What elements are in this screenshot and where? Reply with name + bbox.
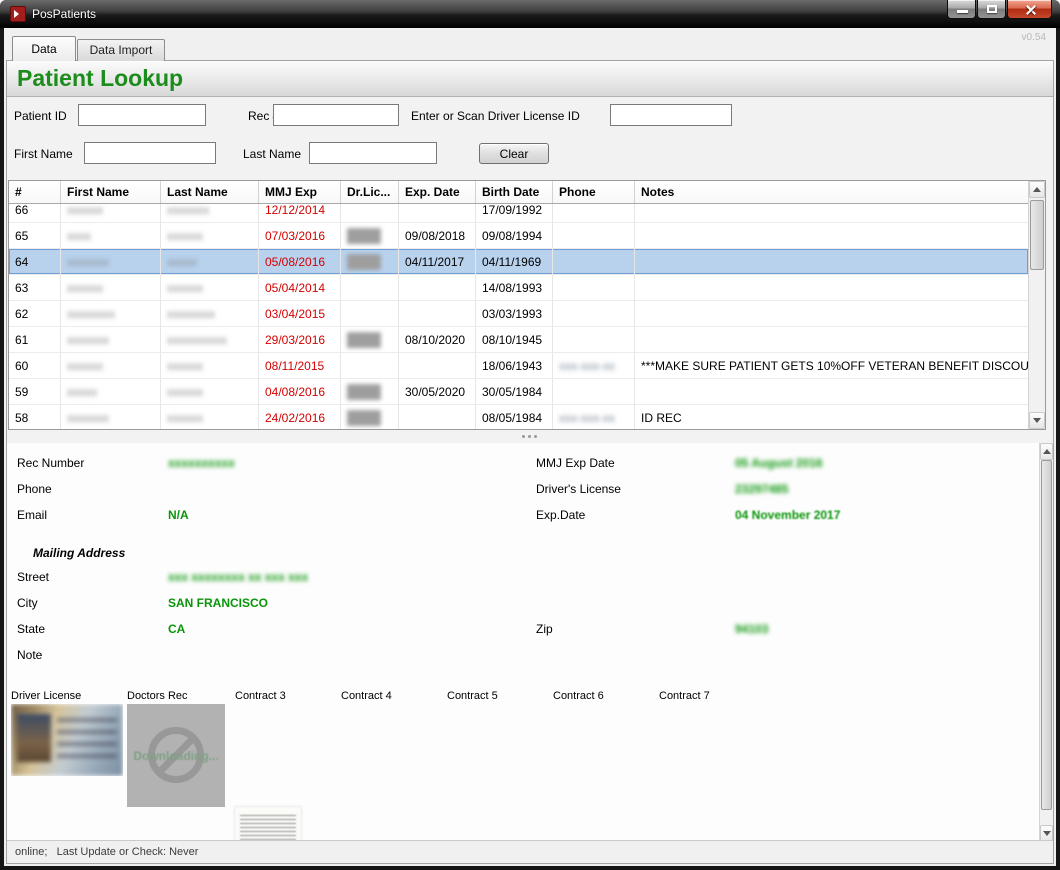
contract6-thumb-label: Contract 6	[553, 690, 604, 702]
table-scroll-down-button[interactable]	[1029, 412, 1045, 429]
mmj-exp-label: MMJ Exp Date	[536, 456, 615, 470]
col-header-mmj[interactable]: MMJ Exp	[259, 181, 341, 203]
table-row[interactable]: 65 xxxx xxxxxx 07/03/2016 ████ 09/08/201…	[9, 223, 1028, 249]
exp-date-value: 04 November 2017	[735, 508, 840, 522]
first-name-input[interactable]	[84, 142, 216, 164]
scroll-down-icon	[1033, 418, 1041, 423]
col-header-phone[interactable]: Phone	[553, 181, 635, 203]
close-button[interactable]	[1007, 0, 1052, 19]
patient-id-input[interactable]	[78, 104, 206, 126]
contract7-thumb-label: Contract 7	[659, 690, 710, 702]
detail-scrollbar[interactable]	[1039, 443, 1053, 842]
contract3-thumbnail[interactable]	[235, 807, 301, 842]
last-name-input[interactable]	[309, 142, 437, 164]
col-header-exp[interactable]: Exp. Date	[399, 181, 476, 203]
contract5-thumb-label: Contract 5	[447, 690, 498, 702]
app-window: PosPatients Data Data Import v0.54 Patie…	[0, 0, 1060, 870]
license-scan-input[interactable]	[610, 104, 732, 126]
table-header-row: # First Name Last Name MMJ Exp Dr.Lic...…	[9, 181, 1028, 204]
table-row[interactable]: 63 xxxxxx xxxxxx 05/04/2014 14/08/1993	[9, 275, 1028, 301]
scroll-up-icon	[1043, 449, 1051, 454]
detail-scroll-thumb[interactable]	[1041, 460, 1052, 810]
zip-label: Zip	[536, 622, 553, 636]
driver-license-image	[11, 704, 123, 776]
patients-table: # First Name Last Name MMJ Exp Dr.Lic...…	[8, 180, 1046, 430]
col-header-drlic[interactable]: Dr.Lic...	[341, 181, 399, 203]
doctors-rec-thumb-label: Doctors Rec	[127, 690, 188, 702]
license-scan-label: Enter or Scan Driver License ID	[411, 109, 580, 123]
window-title: PosPatients	[32, 7, 96, 21]
zip-value: 94103	[735, 622, 768, 636]
title-bar[interactable]: PosPatients	[0, 0, 1060, 28]
doctors-rec-thumbnail[interactable]: Downloading...	[127, 704, 225, 807]
rec-number-value: xxxxxxxxxx	[168, 456, 235, 470]
driver-license-thumb-label: Driver License	[11, 690, 81, 702]
maximize-icon	[987, 5, 997, 13]
page-title: Patient Lookup	[17, 65, 183, 92]
table-row-selected[interactable]: 64 xxxxxxx xxxxx 05/08/2016 ████ 04/11/2…	[9, 249, 1028, 275]
drivers-license-value: 23297485	[735, 482, 788, 496]
downloading-text: Downloading...	[127, 749, 225, 763]
clear-button[interactable]: Clear	[479, 143, 549, 164]
drivers-license-label: Driver's License	[536, 482, 621, 496]
window-controls	[946, 0, 1052, 19]
patient-id-label: Patient ID	[14, 109, 67, 123]
email-label: Email	[17, 508, 47, 522]
table-row[interactable]: 62 xxxxxxxx xxxxxxxx 03/04/2015 03/03/19…	[9, 301, 1028, 327]
tab-data[interactable]: Data	[12, 36, 76, 61]
contract4-thumb-label: Contract 4	[341, 690, 392, 702]
table-row[interactable]: 60 xxxxxx xxxxxx 08/11/2015 18/06/1943 x…	[9, 353, 1028, 379]
version-label: v0.54	[1022, 32, 1046, 43]
tab-data-import[interactable]: Data Import	[77, 39, 165, 61]
table-row[interactable]: 59 xxxxx xxxxxx 04/08/2016 ████ 30/05/20…	[9, 379, 1028, 405]
panel-splitter[interactable]	[7, 430, 1053, 443]
city-value: SAN FRANCISCO	[168, 596, 268, 610]
status-bar: online; Last Update or Check: Never	[7, 840, 1053, 863]
minimize-icon	[957, 10, 968, 13]
contract3-thumb-label: Contract 3	[235, 690, 286, 702]
tab-page: Patient Lookup Patient ID Rec # Enter or…	[6, 60, 1054, 864]
exp-date-label: Exp.Date	[536, 508, 585, 522]
splitter-grip-icon	[522, 435, 525, 438]
rec-number-detail-label: Rec Number	[17, 456, 84, 470]
scroll-up-icon	[1033, 187, 1041, 192]
state-value: CA	[168, 622, 185, 636]
mmj-exp-value: 05 August 2016	[735, 456, 823, 470]
col-header-birth[interactable]: Birth Date	[476, 181, 553, 203]
col-header-first[interactable]: First Name	[61, 181, 161, 203]
table-row[interactable]: 58 xxxxxxx xxxxxx 24/02/2016 ████ 08/05/…	[9, 405, 1028, 429]
minimize-button[interactable]	[947, 0, 976, 19]
app-icon[interactable]	[10, 6, 26, 22]
last-name-label: Last Name	[243, 147, 301, 161]
table-scroll-up-button[interactable]	[1029, 181, 1045, 198]
table-row[interactable]: 66 xxxxxx xxxxxxx 12/12/2014 17/09/1992	[9, 204, 1028, 223]
table-scrollbar[interactable]	[1028, 181, 1045, 429]
driver-license-thumbnail[interactable]	[11, 704, 123, 776]
note-label: Note	[17, 648, 42, 662]
email-value: N/A	[168, 508, 189, 522]
phone-detail-label: Phone	[17, 482, 52, 496]
state-label: State	[17, 622, 45, 636]
table-body: 66 xxxxxx xxxxxxx 12/12/2014 17/09/1992 …	[9, 204, 1028, 429]
rec-number-input[interactable]	[273, 104, 399, 126]
city-label: City	[17, 596, 38, 610]
status-text: online; Last Update or Check: Never	[15, 846, 198, 858]
first-name-label: First Name	[14, 147, 73, 161]
col-header-last[interactable]: Last Name	[161, 181, 259, 203]
maximize-button[interactable]	[977, 0, 1006, 19]
table-row[interactable]: 61 xxxxxxx xxxxxxxxxx 29/03/2016 ████ 08…	[9, 327, 1028, 353]
client-area: Data Data Import v0.54 Patient Lookup Pa…	[4, 28, 1056, 866]
detail-scroll-up-button[interactable]	[1040, 443, 1053, 460]
col-header-num[interactable]: #	[9, 181, 61, 203]
scroll-down-icon	[1043, 831, 1051, 836]
table-scroll-thumb[interactable]	[1030, 200, 1044, 270]
street-value: xxx xxxxxxxx xx xxx xxx	[168, 570, 308, 584]
col-header-notes[interactable]: Notes	[635, 181, 1028, 203]
patient-detail-panel: Rec Number xxxxxxxxxx MMJ Exp Date 05 Au…	[7, 443, 1039, 842]
mailing-address-heading: Mailing Address	[33, 546, 125, 560]
page-header-band: Patient Lookup	[7, 61, 1053, 97]
street-label: Street	[17, 570, 49, 584]
